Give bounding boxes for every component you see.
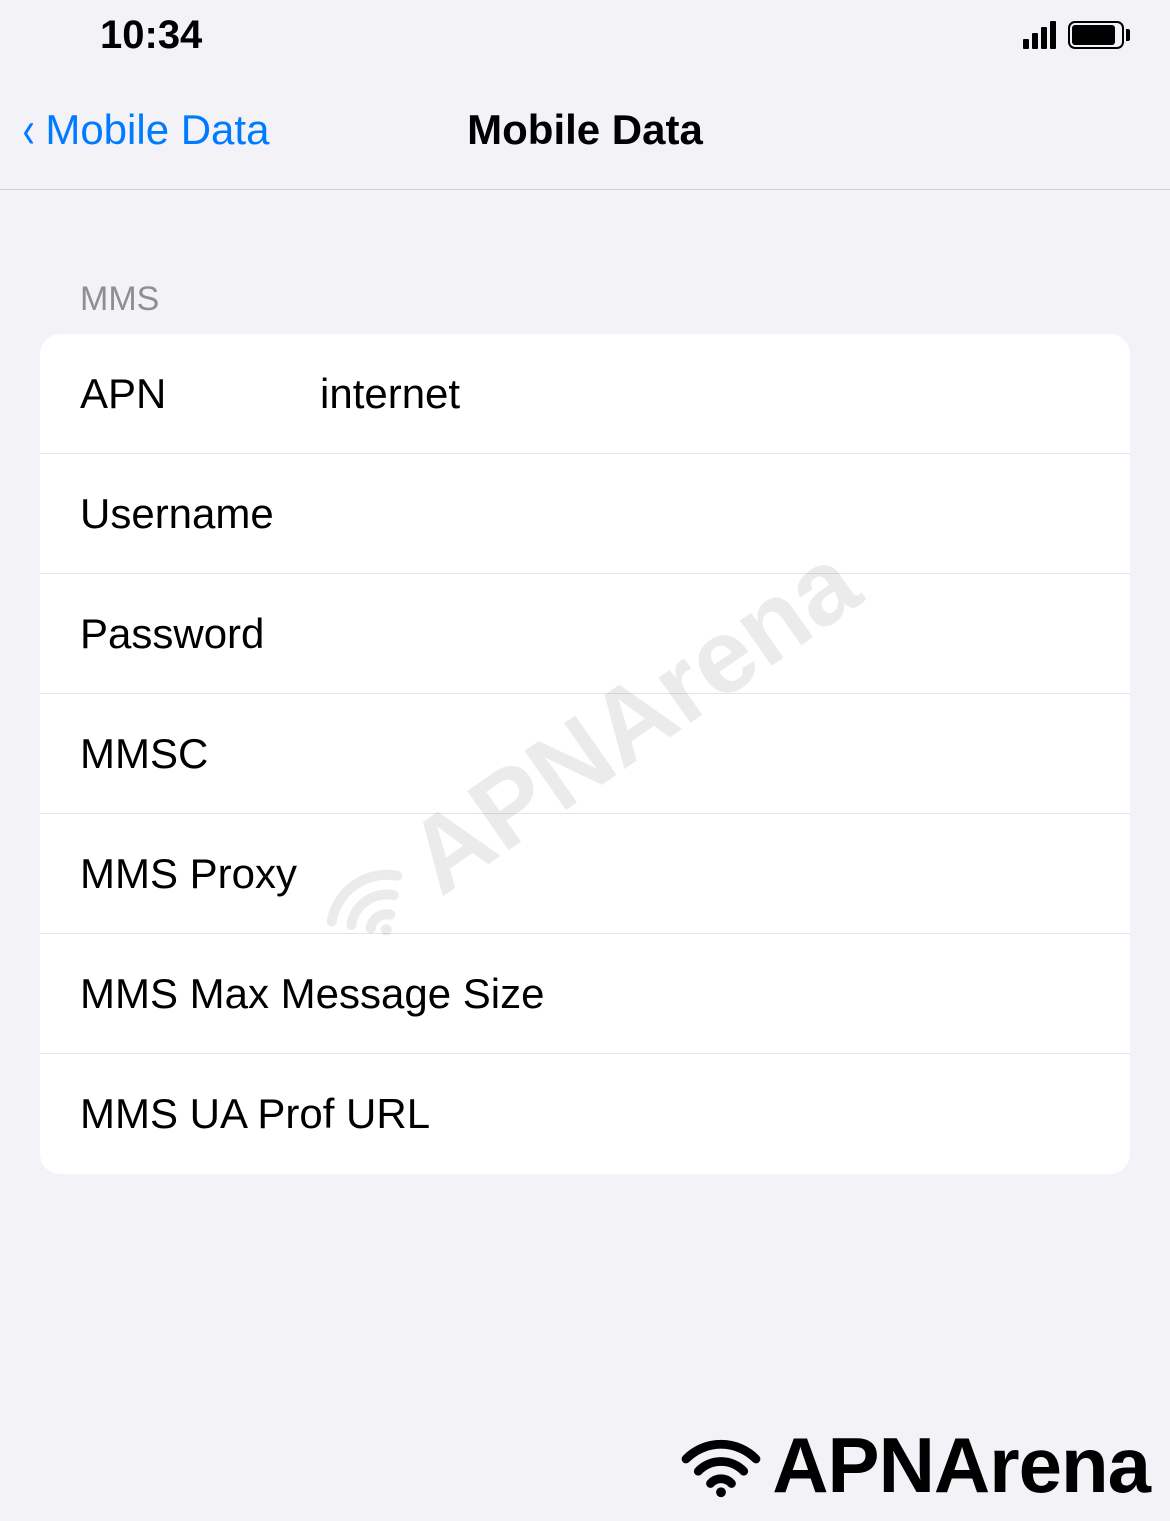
back-label: Mobile Data xyxy=(45,106,269,154)
input-mms-proxy[interactable] xyxy=(320,850,1130,898)
back-button[interactable]: ‹ Mobile Data xyxy=(0,100,269,160)
chevron-left-icon: ‹ xyxy=(23,100,35,160)
section-header-mms: MMS xyxy=(40,190,1130,334)
row-mms-ua[interactable]: MMS UA Prof URL xyxy=(40,1054,1130,1174)
input-username[interactable] xyxy=(320,490,1130,538)
label-username: Username xyxy=(80,490,320,538)
row-mms-max[interactable]: MMS Max Message Size xyxy=(40,934,1130,1054)
input-mms-max[interactable] xyxy=(544,970,1130,1018)
navigation-bar: ‹ Mobile Data Mobile Data xyxy=(0,70,1170,190)
row-mms-proxy[interactable]: MMS Proxy xyxy=(40,814,1130,934)
label-password: Password xyxy=(80,610,320,658)
input-password[interactable] xyxy=(320,610,1130,658)
label-apn: APN xyxy=(80,370,320,418)
label-mms-ua: MMS UA Prof URL xyxy=(80,1090,430,1138)
label-mms-proxy: MMS Proxy xyxy=(80,850,320,898)
row-mmsc[interactable]: MMSC xyxy=(40,694,1130,814)
status-indicators xyxy=(1023,21,1130,49)
input-apn[interactable] xyxy=(320,370,1130,418)
brand-text: APNArena xyxy=(772,1420,1150,1511)
page-title: Mobile Data xyxy=(467,106,703,154)
mms-settings-group: APNArena APN Username Password MMSC MMS … xyxy=(40,334,1130,1174)
row-apn[interactable]: APN xyxy=(40,334,1130,454)
input-mmsc[interactable] xyxy=(320,730,1130,778)
status-bar: 10:34 xyxy=(0,0,1170,70)
row-username[interactable]: Username xyxy=(40,454,1130,574)
label-mmsc: MMSC xyxy=(80,730,320,778)
brand-logo: APNArena xyxy=(676,1420,1150,1511)
label-mms-max: MMS Max Message Size xyxy=(80,970,544,1018)
wifi-icon xyxy=(676,1431,766,1501)
battery-icon xyxy=(1068,21,1130,49)
cellular-signal-icon xyxy=(1023,21,1056,49)
input-mms-ua[interactable] xyxy=(430,1090,1130,1138)
status-time: 10:34 xyxy=(100,13,202,58)
row-password[interactable]: Password xyxy=(40,574,1130,694)
content-area: MMS APNArena APN Username Password MMSC xyxy=(0,190,1170,1174)
